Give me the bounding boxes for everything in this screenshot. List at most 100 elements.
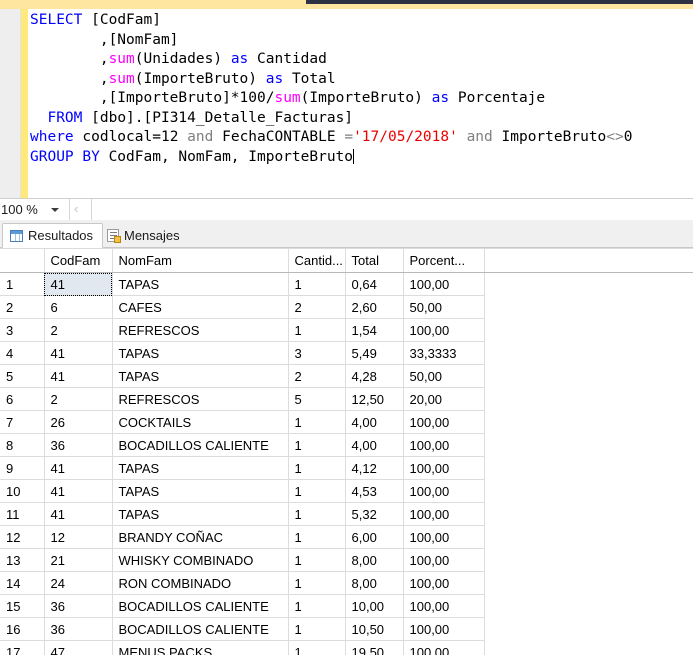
cell-nomfam[interactable]: TAPAS [112,364,289,388]
cell-porcentaje[interactable]: 100,00 [403,548,485,572]
table-row[interactable]: 13 21 WHISKY COMBINADO 1 8,00 100,00 [0,548,485,572]
cell-cantidad[interactable]: 1 [288,456,346,480]
row-header-cell[interactable]: 4 [0,341,45,365]
cell-nomfam[interactable]: TAPAS [112,502,289,526]
cell-porcentaje[interactable]: 100,00 [403,410,485,434]
cell-cantidad[interactable]: 2 [288,364,346,388]
row-header-cell[interactable]: 13 [0,548,45,572]
cell-total[interactable]: 12,50 [345,387,404,411]
cell-nomfam[interactable]: REFRESCOS [112,387,289,411]
row-header-cell[interactable]: 11 [0,502,45,526]
table-row[interactable]: 11 41 TAPAS 1 5,32 100,00 [0,502,485,526]
cell-codfam[interactable]: 36 [44,433,113,457]
row-header-cell[interactable]: 2 [0,295,45,319]
table-row[interactable]: 2 6 CAFES 2 2,60 50,00 [0,295,485,319]
cell-cantidad[interactable]: 1 [288,571,346,595]
cell-codfam[interactable]: 12 [44,525,113,549]
cell-nomfam[interactable]: TAPAS [112,456,289,480]
cell-porcentaje[interactable]: 50,00 [403,295,485,319]
cell-cantidad[interactable]: 1 [288,433,346,457]
cell-cantidad[interactable]: 2 [288,295,346,319]
cell-total[interactable]: 5,32 [345,502,404,526]
cell-codfam[interactable]: 41 [44,364,113,388]
column-header-total[interactable]: Total [345,248,404,273]
cell-cantidad[interactable]: 1 [288,272,346,296]
cell-codfam[interactable]: 36 [44,617,113,641]
cell-porcentaje[interactable]: 100,00 [403,318,485,342]
zoom-level-dropdown[interactable]: 100 % [0,199,70,220]
cell-codfam[interactable]: 41 [44,456,113,480]
cell-total[interactable]: 2,60 [345,295,404,319]
cell-total[interactable]: 19,50 [345,640,404,655]
cell-codfam[interactable]: 6 [44,295,113,319]
column-header-nomfam[interactable]: NomFam [112,248,289,273]
cell-total[interactable]: 5,49 [345,341,404,365]
cell-codfam[interactable]: 41 [44,272,113,296]
cell-porcentaje[interactable]: 100,00 [403,640,485,655]
cell-nomfam[interactable]: BRANDY COÑAC [112,525,289,549]
cell-porcentaje[interactable]: 100,00 [403,571,485,595]
table-row[interactable]: 10 41 TAPAS 1 4,53 100,00 [0,479,485,503]
row-header-cell[interactable]: 7 [0,410,45,434]
row-header-cell[interactable]: 16 [0,617,45,641]
cell-total[interactable]: 4,00 [345,410,404,434]
cell-cantidad[interactable]: 5 [288,387,346,411]
table-row[interactable]: 14 24 RON COMBINADO 1 8,00 100,00 [0,571,485,595]
cell-porcentaje[interactable]: 100,00 [403,456,485,480]
table-row[interactable]: 6 2 REFRESCOS 5 12,50 20,00 [0,387,485,411]
column-header-rownum[interactable] [0,248,45,273]
row-header-cell[interactable]: 12 [0,525,45,549]
cell-cantidad[interactable]: 1 [288,594,346,618]
cell-porcentaje[interactable]: 100,00 [403,502,485,526]
cell-total[interactable]: 4,28 [345,364,404,388]
cell-total[interactable]: 10,00 [345,594,404,618]
cell-total[interactable]: 6,00 [345,525,404,549]
row-header-cell[interactable]: 15 [0,594,45,618]
cell-total[interactable]: 4,12 [345,456,404,480]
table-row[interactable]: 16 36 BOCADILLOS CALIENTE 1 10,50 100,00 [0,617,485,641]
cell-total[interactable]: 10,50 [345,617,404,641]
row-header-cell[interactable]: 8 [0,433,45,457]
cell-nomfam[interactable]: TAPAS [112,341,289,365]
tab-resultados[interactable]: Resultados [2,223,104,248]
cell-cantidad[interactable]: 1 [288,548,346,572]
cell-codfam[interactable]: 41 [44,479,113,503]
cell-cantidad[interactable]: 1 [288,617,346,641]
cell-nomfam[interactable]: BOCADILLOS CALIENTE [112,594,289,618]
cell-total[interactable]: 1,54 [345,318,404,342]
cell-porcentaje[interactable]: 100,00 [403,433,485,457]
cell-cantidad[interactable]: 1 [288,502,346,526]
cell-porcentaje[interactable]: 100,00 [403,272,485,296]
cell-porcentaje[interactable]: 100,00 [403,479,485,503]
cell-cantidad[interactable]: 1 [288,640,346,655]
row-header-cell[interactable]: 1 [0,272,45,296]
row-header-cell[interactable]: 9 [0,456,45,480]
cell-codfam[interactable]: 26 [44,410,113,434]
cell-cantidad[interactable]: 1 [288,410,346,434]
results-grid-container[interactable]: CodFam NomFam Cantid... Total Porcent...… [0,248,693,655]
sql-query-editor[interactable]: SELECT [CodFam] ,[NomFam] ,sum(Unidades)… [0,9,693,198]
cell-total[interactable]: 4,00 [345,433,404,457]
tab-mensajes[interactable]: Mensajes [100,223,189,248]
table-row[interactable]: 8 36 BOCADILLOS CALIENTE 1 4,00 100,00 [0,433,485,457]
cell-nomfam[interactable]: COCKTAILS [112,410,289,434]
cell-total[interactable]: 4,53 [345,479,404,503]
cell-nomfam[interactable]: BOCADILLOS CALIENTE [112,617,289,641]
table-row[interactable]: 4 41 TAPAS 3 5,49 33,3333 [0,341,485,365]
cell-total[interactable]: 8,00 [345,571,404,595]
cell-cantidad[interactable]: 1 [288,479,346,503]
sql-code-text[interactable]: SELECT [CodFam] ,[NomFam] ,sum(Unidades)… [30,11,693,167]
row-header-cell[interactable]: 3 [0,318,45,342]
cell-nomfam[interactable]: REFRESCOS [112,318,289,342]
column-header-cantidad[interactable]: Cantid... [288,248,346,273]
cell-porcentaje[interactable]: 33,3333 [403,341,485,365]
table-row[interactable]: 15 36 BOCADILLOS CALIENTE 1 10,00 100,00 [0,594,485,618]
cell-cantidad[interactable]: 1 [288,318,346,342]
cell-codfam[interactable]: 21 [44,548,113,572]
table-row[interactable]: 12 12 BRANDY COÑAC 1 6,00 100,00 [0,525,485,549]
cell-porcentaje[interactable]: 50,00 [403,364,485,388]
cell-codfam[interactable]: 41 [44,502,113,526]
cell-codfam[interactable]: 24 [44,571,113,595]
nav-back-icon[interactable]: ‹ [74,201,78,216]
row-header-cell[interactable]: 10 [0,479,45,503]
